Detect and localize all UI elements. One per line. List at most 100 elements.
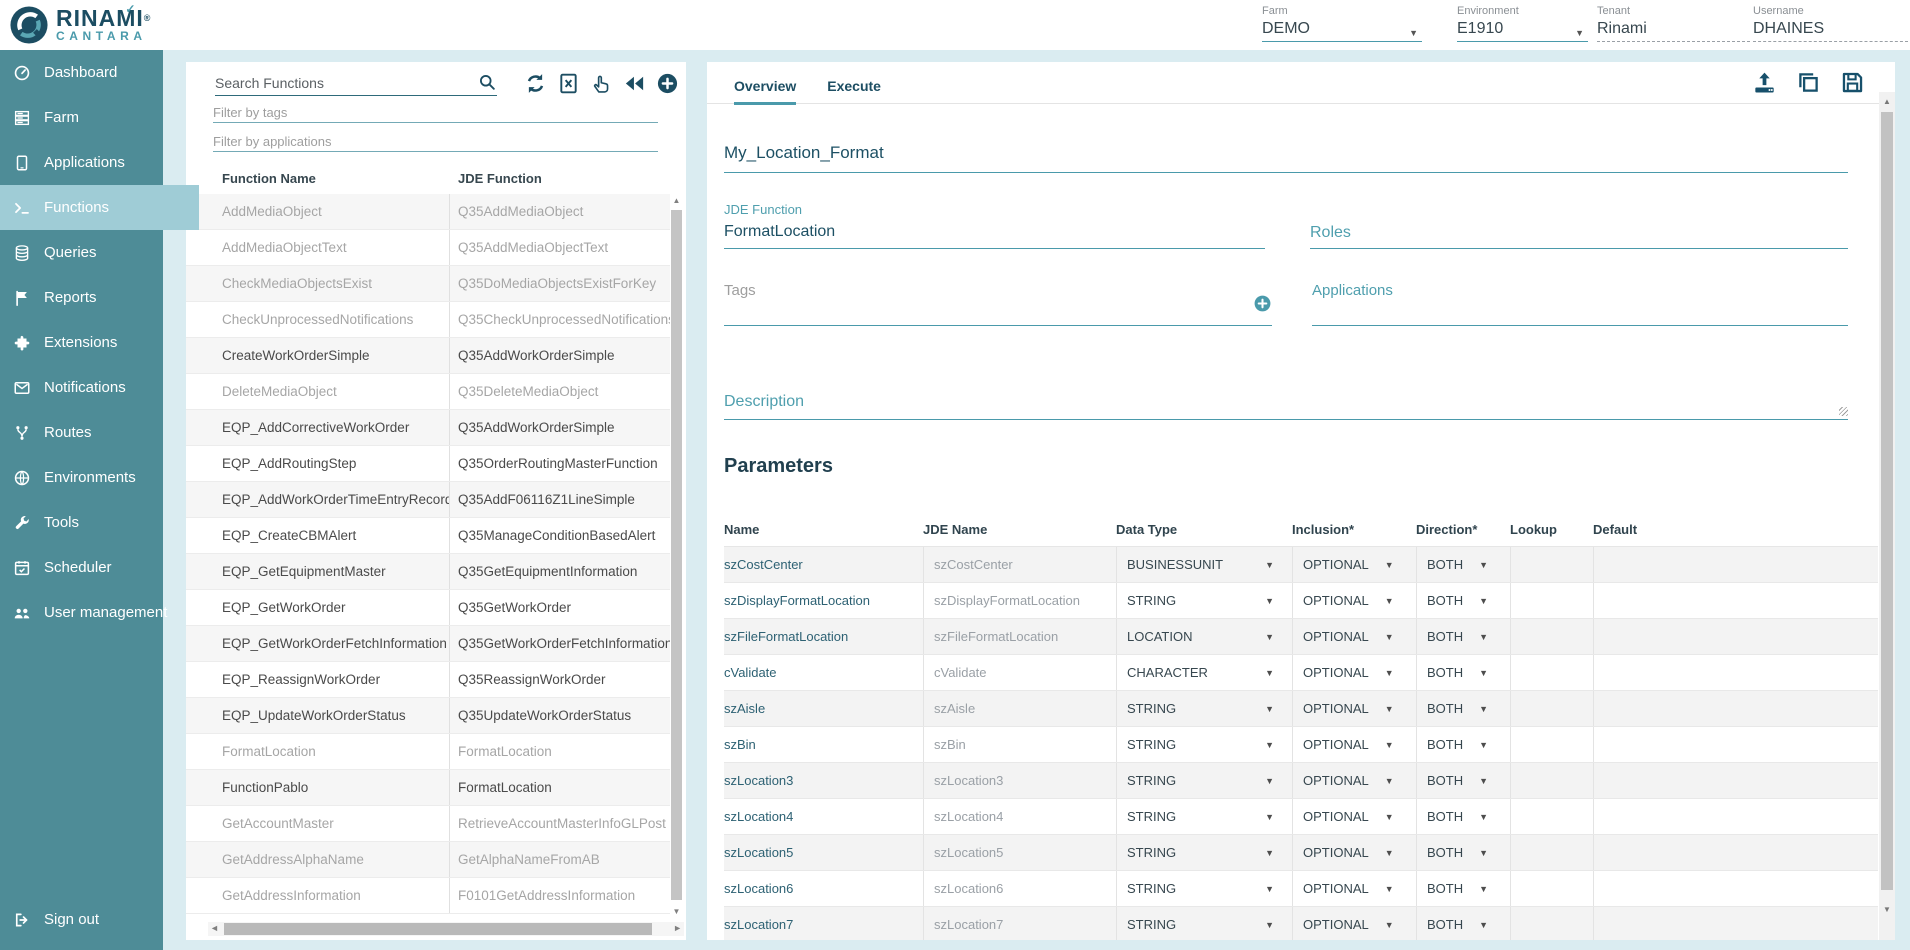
add-button[interactable] [656, 72, 679, 95]
refresh-button[interactable] [524, 72, 547, 95]
inclusion-select[interactable]: OPTIONAL▼ [1292, 691, 1416, 726]
filter-by-applications-input[interactable]: Filter by applications [213, 130, 658, 152]
data-type-select[interactable]: STRING▼ [1116, 763, 1292, 798]
rewind-button[interactable] [623, 72, 646, 95]
param-lookup-cell[interactable] [1510, 763, 1593, 798]
resize-handle[interactable] [1839, 407, 1848, 416]
param-lookup-cell[interactable] [1510, 871, 1593, 906]
vertical-scroll-thumb[interactable] [1881, 112, 1893, 890]
description-field[interactable]: Description [724, 392, 1848, 420]
param-default-cell[interactable] [1593, 871, 1878, 906]
username-field[interactable]: UsernameDHAINES [1753, 5, 1908, 42]
param-name-cell[interactable]: szLocation3 [724, 763, 923, 798]
param-lookup-cell[interactable] [1510, 547, 1593, 582]
param-name-cell[interactable]: szCostCenter [724, 547, 923, 582]
sidebar-item-tools[interactable]: Tools [0, 500, 163, 545]
param-name-cell[interactable]: szFileFormatLocation [724, 619, 923, 654]
data-type-select[interactable]: STRING▼ [1116, 691, 1292, 726]
param-default-cell[interactable] [1593, 763, 1878, 798]
param-name-cell[interactable]: szLocation5 [724, 835, 923, 870]
data-type-select[interactable]: STRING▼ [1116, 871, 1292, 906]
add-tag-button[interactable] [1253, 294, 1272, 313]
inclusion-select[interactable]: OPTIONAL▼ [1292, 727, 1416, 762]
function-list-row[interactable]: EQP_UpdateWorkOrderStatusQ35UpdateWorkOr… [186, 698, 670, 734]
scroll-down-arrow[interactable]: ▼ [1879, 905, 1895, 914]
horizontal-scroll-thumb[interactable] [224, 923, 652, 935]
sidebar-item-applications[interactable]: Applications [0, 140, 163, 185]
sidebar-item-scheduler[interactable]: Scheduler [0, 545, 163, 590]
jde-function-field[interactable]: JDE Function FormatLocation [724, 202, 1265, 249]
param-lookup-cell[interactable] [1510, 907, 1593, 940]
inclusion-select[interactable]: OPTIONAL▼ [1292, 583, 1416, 618]
function-list-row[interactable]: CreateWorkOrderSimpleQ35AddWorkOrderSimp… [186, 338, 670, 374]
data-type-select[interactable]: STRING▼ [1116, 907, 1292, 940]
inclusion-select[interactable]: OPTIONAL▼ [1292, 799, 1416, 834]
excel-export-button[interactable] [557, 72, 580, 95]
tenant-field[interactable]: TenantRinami [1597, 5, 1750, 42]
param-default-cell[interactable] [1593, 583, 1878, 618]
inclusion-select[interactable]: OPTIONAL▼ [1292, 763, 1416, 798]
function-list-row[interactable]: AddMediaObjectQ35AddMediaObject [186, 194, 670, 230]
function-list-vertical-scrollbar[interactable]: ▲ ▼ [670, 194, 683, 916]
param-default-cell[interactable] [1593, 547, 1878, 582]
sidebar-item-extensions[interactable]: Extensions [0, 320, 163, 365]
param-lookup-cell[interactable] [1510, 655, 1593, 690]
function-list-row[interactable]: EQP_GetWorkOrderQ35GetWorkOrder [186, 590, 670, 626]
param-lookup-cell[interactable] [1510, 727, 1593, 762]
param-default-cell[interactable] [1593, 799, 1878, 834]
data-type-select[interactable]: STRING▼ [1116, 835, 1292, 870]
direction-select[interactable]: BOTH▼ [1416, 835, 1510, 870]
inclusion-select[interactable]: OPTIONAL▼ [1292, 619, 1416, 654]
tab-overview[interactable]: Overview [734, 62, 796, 103]
function-name-field[interactable]: My_Location_Format [724, 142, 1848, 173]
sidebar-item-user-management[interactable]: User management [0, 590, 163, 635]
detail-vertical-scrollbar[interactable]: ▲ ▼ [1879, 92, 1895, 940]
function-list-row[interactable]: AddMediaObjectTextQ35AddMediaObjectText [186, 230, 670, 266]
function-list-row[interactable]: GetAddressInformationF0101GetAddressInfo… [186, 878, 670, 914]
param-default-cell[interactable] [1593, 655, 1878, 690]
function-list-row[interactable]: EQP_AddRoutingStepQ35OrderRoutingMasterF… [186, 446, 670, 482]
function-list-row[interactable]: FormatLocationFormatLocation [186, 734, 670, 770]
roles-field[interactable]: Roles [1310, 222, 1848, 249]
sidebar-item-dashboard[interactable]: Dashboard [0, 50, 163, 95]
save-button[interactable] [1840, 70, 1865, 95]
sidebar-item-queries[interactable]: Queries [0, 230, 163, 275]
hand-button[interactable] [590, 72, 613, 95]
data-type-select[interactable]: STRING▼ [1116, 727, 1292, 762]
direction-select[interactable]: BOTH▼ [1416, 907, 1510, 940]
param-lookup-cell[interactable] [1510, 691, 1593, 726]
sidebar-item-reports[interactable]: Reports [0, 275, 163, 320]
param-default-cell[interactable] [1593, 727, 1878, 762]
direction-select[interactable]: BOTH▼ [1416, 871, 1510, 906]
sidebar-item-notifications[interactable]: Notifications [0, 365, 163, 410]
direction-select[interactable]: BOTH▼ [1416, 799, 1510, 834]
function-list-row[interactable]: EQP_GetWorkOrderFetchInformationQ35GetWo… [186, 626, 670, 662]
param-name-cell[interactable]: szLocation4 [724, 799, 923, 834]
function-list-row[interactable]: EQP_CreateCBMAlertQ35ManageConditionBase… [186, 518, 670, 554]
inclusion-select[interactable]: OPTIONAL▼ [1292, 655, 1416, 690]
inclusion-select[interactable]: OPTIONAL▼ [1292, 871, 1416, 906]
vertical-scroll-thumb[interactable] [671, 210, 682, 900]
scroll-right-arrow[interactable]: ► [673, 923, 682, 933]
data-type-select[interactable]: LOCATION▼ [1116, 619, 1292, 654]
param-default-cell[interactable] [1593, 835, 1878, 870]
upload-button[interactable] [1752, 70, 1777, 95]
copy-button[interactable] [1796, 70, 1821, 95]
search-input[interactable]: Search Functions [215, 68, 497, 96]
sidebar-item-routes[interactable]: Routes [0, 410, 163, 455]
function-list-row[interactable]: CheckUnprocessedNotificationsQ35CheckUnp… [186, 302, 670, 338]
function-list-horizontal-scrollbar[interactable]: ◄ ► [208, 922, 684, 936]
sidebar-item-functions[interactable]: Functions [0, 185, 199, 230]
param-name-cell[interactable]: szAisle [724, 691, 923, 726]
direction-select[interactable]: BOTH▼ [1416, 547, 1510, 582]
param-name-cell[interactable]: cValidate [724, 655, 923, 690]
function-list-row[interactable]: EQP_AddCorrectiveWorkOrderQ35AddWorkOrde… [186, 410, 670, 446]
jde-function-column-header[interactable]: JDE Function [458, 171, 542, 186]
direction-select[interactable]: BOTH▼ [1416, 619, 1510, 654]
inclusion-select[interactable]: OPTIONAL▼ [1292, 907, 1416, 940]
data-type-select[interactable]: STRING▼ [1116, 799, 1292, 834]
environment-field[interactable]: EnvironmentE1910▼ [1457, 5, 1588, 42]
param-lookup-cell[interactable] [1510, 583, 1593, 618]
param-default-cell[interactable] [1593, 691, 1878, 726]
tags-field[interactable]: Tags [724, 276, 1272, 326]
